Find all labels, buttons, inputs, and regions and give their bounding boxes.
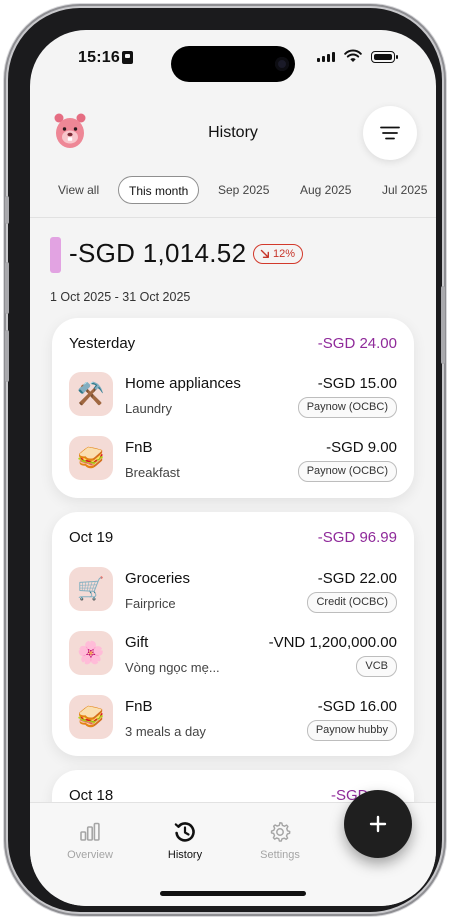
bar-chart-icon — [80, 822, 100, 841]
transaction-row[interactable]: ⚒️ Home appliances Laundry -SGD 15.00 Pa… — [69, 372, 397, 428]
group-total: -SGD 96.99 — [317, 529, 397, 546]
day-group-card: Oct 19 -SGD 96.99 🛒 Groceries Fairprice … — [52, 512, 414, 756]
filter-button[interactable] — [363, 106, 417, 160]
day-group-card: Yesterday -SGD 24.00 ⚒️ Home appliances … — [52, 318, 414, 498]
volume-down-button — [5, 330, 9, 382]
flower-icon: 🌸 — [69, 631, 113, 675]
group-date: Oct 19 — [69, 529, 114, 546]
transaction-amount: -SGD 9.00 — [326, 439, 397, 456]
tabs-divider — [30, 217, 436, 218]
front-camera — [275, 57, 289, 71]
transaction-note: Vòng ngọc mẹ... — [125, 660, 220, 675]
nav-label: Overview — [67, 849, 113, 861]
month-summary: -SGD 1,014.52 12% 1 Oct 2025 - 31 Oct 20… — [50, 237, 420, 307]
transaction-note: Fairprice — [125, 596, 176, 611]
volume-up-button — [5, 262, 9, 314]
gear-icon — [270, 821, 291, 842]
sandwich-icon: 🥪 — [69, 695, 113, 739]
nav-label: Settings — [260, 849, 300, 861]
cellular-signal-icon — [317, 52, 335, 62]
home-indicator[interactable] — [160, 891, 306, 896]
tab-jul-2025[interactable]: Jul 2025 — [382, 176, 427, 204]
account-tag: Credit (OCBC) — [307, 592, 397, 613]
tab-view-all[interactable]: View all — [58, 176, 99, 204]
nav-label: History — [167, 849, 203, 861]
history-icon — [174, 822, 195, 842]
dynamic-island — [171, 46, 295, 82]
nav-history[interactable]: History — [145, 819, 225, 861]
transaction-note: Laundry — [125, 401, 172, 416]
battery-icon — [371, 51, 398, 63]
transaction-note: 3 meals a day — [125, 724, 206, 739]
status-bar: 15:16 — [30, 30, 436, 84]
app-screen: 15:16 History View all This month Sep 20… — [30, 30, 436, 906]
change-percent: 12% — [273, 248, 296, 260]
transaction-amount: -SGD 22.00 — [317, 570, 397, 587]
power-button — [441, 286, 445, 364]
nav-overview[interactable]: Overview — [50, 819, 130, 861]
period-tabs: View all This month Sep 2025 Aug 2025 Ju… — [30, 176, 436, 206]
change-badge: 12% — [253, 244, 304, 264]
transaction-amount: -SGD 16.00 — [317, 698, 397, 715]
tab-aug-2025[interactable]: Aug 2025 — [300, 176, 351, 204]
account-tag: Paynow hubby — [306, 720, 397, 741]
account-tag: Paynow (OCBC) — [297, 461, 397, 482]
transaction-category: FnB — [125, 698, 153, 715]
wifi-icon — [344, 49, 362, 62]
nav-settings[interactable]: Settings — [240, 819, 320, 861]
status-time: 15:16 — [78, 49, 120, 66]
total-amount: -SGD 1,014.52 — [69, 238, 247, 268]
shopping-cart-icon: 🛒 — [69, 567, 113, 611]
account-tag: VCB — [356, 656, 397, 677]
tools-icon: ⚒️ — [69, 372, 113, 416]
group-date: Yesterday — [69, 335, 136, 352]
group-total: -SGD 24.00 — [317, 335, 397, 352]
account-tag: Paynow (OCBC) — [297, 397, 397, 418]
add-transaction-button[interactable] — [344, 790, 412, 858]
tab-sep-2025[interactable]: Sep 2025 — [218, 176, 269, 204]
plus-icon — [369, 815, 387, 833]
tab-this-month[interactable]: This month — [118, 176, 200, 204]
transaction-amount: -SGD 15.00 — [317, 375, 397, 392]
transaction-note: Breakfast — [125, 465, 180, 480]
date-range: 1 Oct 2025 - 31 Oct 2025 — [50, 290, 191, 304]
filter-icon — [380, 126, 400, 140]
transaction-category: Groceries — [125, 570, 191, 587]
arrow-down-right-icon — [260, 249, 270, 259]
transaction-category: Gift — [125, 634, 149, 651]
phone-frame: 15:16 History View all This month Sep 20… — [8, 8, 442, 912]
transaction-category: Home appliances — [125, 375, 241, 392]
action-button — [5, 196, 9, 224]
sandwich-icon: 🥪 — [69, 436, 113, 480]
sim-card-icon — [122, 51, 133, 64]
transaction-row[interactable]: 🥪 FnB Breakfast -SGD 9.00 Paynow (OCBC) — [69, 436, 397, 492]
transaction-row[interactable]: 🌸 Gift Vòng ngọc mẹ... -VND 1,200,000.00… — [69, 631, 397, 687]
transaction-row[interactable]: 🥪 FnB 3 meals a day -SGD 16.00 Paynow hu… — [69, 695, 397, 751]
summary-accent-bar — [50, 237, 61, 273]
transaction-category: FnB — [125, 439, 153, 456]
transaction-row[interactable]: 🛒 Groceries Fairprice -SGD 22.00 Credit … — [69, 567, 397, 623]
transaction-amount: -VND 1,200,000.00 — [268, 634, 397, 651]
page-header: History — [30, 104, 436, 168]
